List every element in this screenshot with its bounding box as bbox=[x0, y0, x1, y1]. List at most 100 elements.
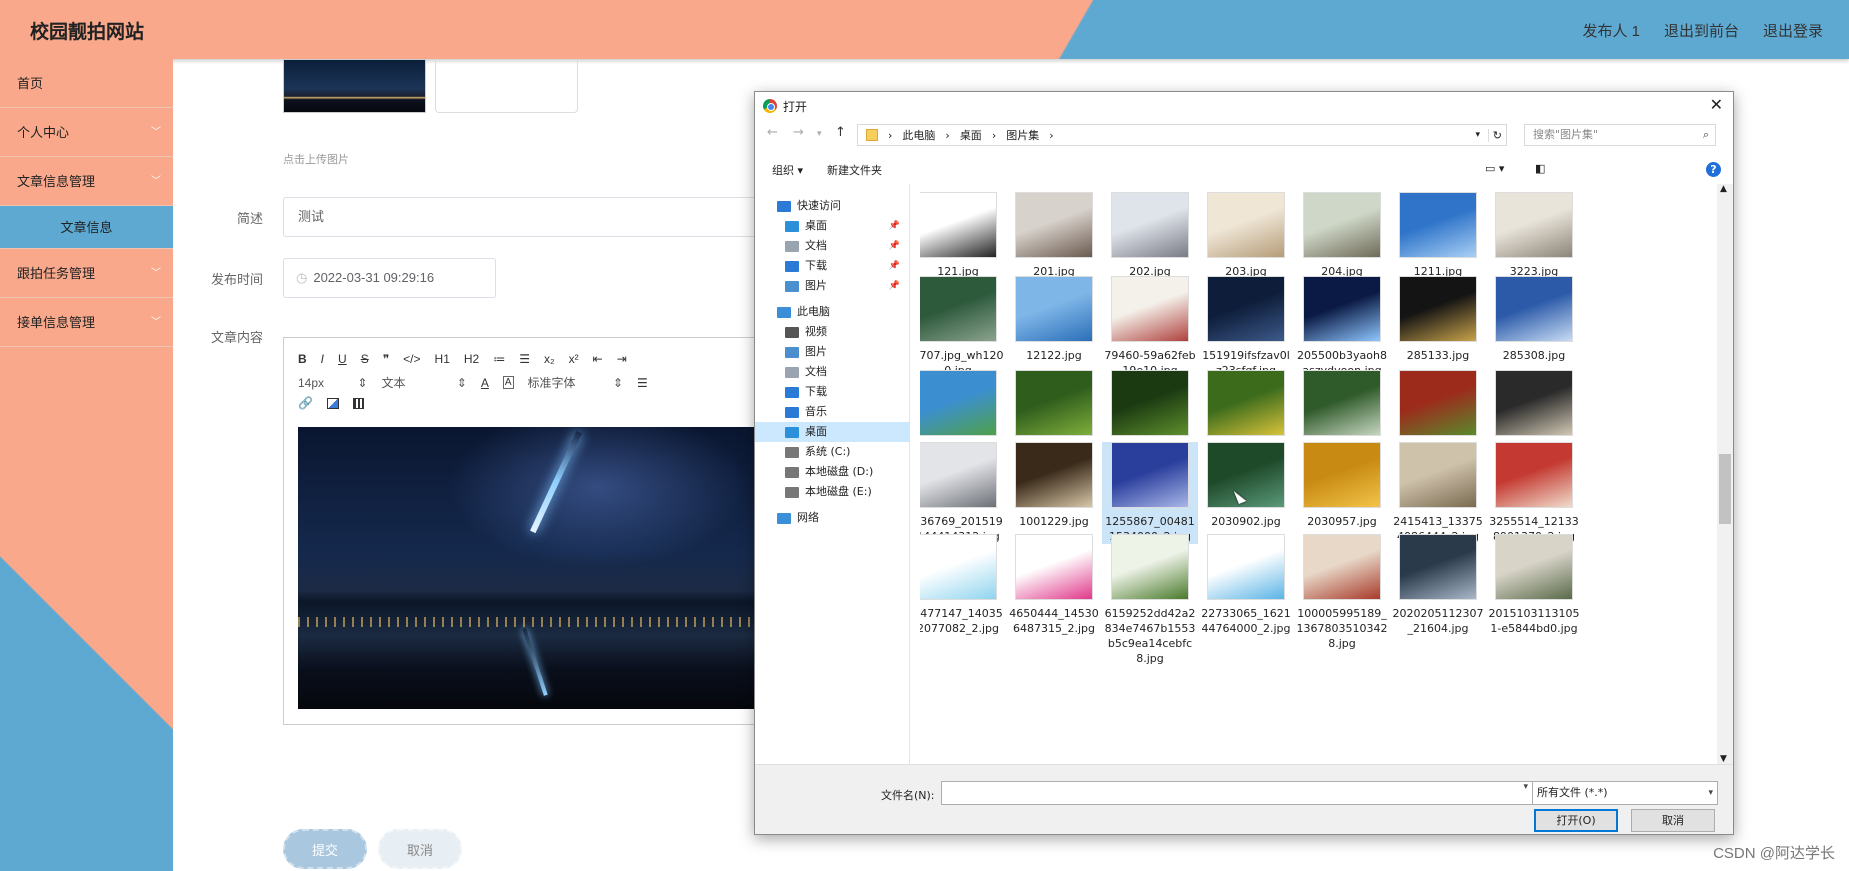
file-item[interactable]: 201.jpg bbox=[1006, 192, 1102, 279]
text-style-select[interactable]: 文本 ⇕ bbox=[381, 374, 466, 391]
underline-icon[interactable]: U bbox=[338, 352, 347, 366]
vertical-scrollbar[interactable]: ▲ ▼ bbox=[1717, 184, 1733, 764]
nav-item[interactable]: 桌面 📌 bbox=[755, 216, 910, 236]
sidebar-item-order-management[interactable]: 接单信息管理 ﹀ bbox=[0, 298, 173, 347]
nav-item[interactable]: 音乐 bbox=[755, 402, 910, 422]
file-item[interactable]: 1255867_004811534000_2.jpg bbox=[1102, 442, 1198, 544]
file-item[interactable]: 2030902.jpg bbox=[1198, 442, 1294, 529]
link-icon[interactable]: 🔗 bbox=[298, 396, 313, 410]
uploaded-image-thumbnail[interactable] bbox=[283, 59, 426, 113]
open-button[interactable]: 打开(O) bbox=[1534, 809, 1618, 832]
nav-item[interactable]: 文档 bbox=[755, 362, 910, 382]
sidebar-item-home[interactable]: 首页 bbox=[0, 59, 173, 108]
sidebar-item-personal-center[interactable]: 个人中心 ﹀ bbox=[0, 108, 173, 157]
outdent-icon[interactable]: ⇤ bbox=[593, 352, 603, 366]
italic-icon[interactable]: I bbox=[321, 352, 324, 366]
file-item[interactable]: 12122.jpg bbox=[1006, 276, 1102, 363]
indent-icon[interactable]: ⇥ bbox=[617, 352, 627, 366]
file-item[interactable]: 20151031131051-e5844bd0.jpg bbox=[1486, 534, 1582, 636]
subscript-icon[interactable]: x₂ bbox=[544, 352, 555, 366]
address-bar[interactable]: › 此电脑 › 桌面 › 图片集 › ▾ ↻ bbox=[857, 124, 1507, 146]
nav-item[interactable]: 图片 📌 bbox=[755, 276, 910, 296]
back-arrow-icon[interactable]: ← bbox=[767, 125, 778, 140]
nav-item[interactable]: 文档 📌 bbox=[755, 236, 910, 256]
logout-link[interactable]: 退出登录 bbox=[1763, 20, 1823, 41]
align-left-icon[interactable]: ☰ bbox=[637, 376, 648, 390]
heading1-icon[interactable]: H1 bbox=[435, 352, 450, 366]
code-icon[interactable]: </> bbox=[403, 352, 420, 366]
font-family-select[interactable]: 标准字体 ⇕ bbox=[528, 374, 623, 391]
file-item[interactable]: 121.jpg bbox=[920, 192, 1006, 279]
recent-dropdown-icon[interactable]: ▾ bbox=[817, 129, 822, 139]
file-item[interactable]: 79460-59a62feb19e10.jpg bbox=[1102, 276, 1198, 378]
up-arrow-icon[interactable]: ↑ bbox=[835, 125, 846, 140]
preview-pane-icon[interactable]: ◧ bbox=[1535, 162, 1545, 175]
file-item[interactable]: 3255514_121338901370_2.jpg bbox=[1486, 442, 1582, 544]
new-folder-button[interactable]: 新建文件夹 bbox=[827, 162, 882, 178]
font-color-icon[interactable]: A bbox=[481, 376, 489, 390]
file-item[interactable]: 3223.jpg bbox=[1486, 192, 1582, 279]
forward-arrow-icon[interactable]: → bbox=[793, 125, 804, 140]
breadcrumb-item[interactable]: 图片集 bbox=[1006, 127, 1039, 143]
nav-item[interactable]: 快速访问 bbox=[755, 196, 910, 216]
file-item[interactable]: 436769_201519144414312.jpg bbox=[920, 442, 1006, 544]
nav-item[interactable]: 桌面 bbox=[755, 422, 910, 442]
strikethrough-icon[interactable]: S bbox=[361, 352, 369, 366]
file-item[interactable]: 2030957.jpg bbox=[1294, 442, 1390, 529]
view-options-icon[interactable]: ▭ ▾ bbox=[1485, 162, 1504, 175]
nav-item[interactable]: 网络 bbox=[755, 508, 910, 528]
scroll-up-icon[interactable]: ▲ bbox=[1720, 184, 1727, 194]
publish-time-picker[interactable]: ◷ 2022-03-31 09:29:16 bbox=[283, 258, 496, 298]
submit-button[interactable]: 提交 bbox=[283, 829, 367, 869]
filetype-select[interactable]: 所有文件 (*.*) ▾ bbox=[1532, 781, 1718, 805]
nav-item[interactable]: 图片 bbox=[755, 342, 910, 362]
dropdown-icon[interactable]: ▾ bbox=[1523, 782, 1528, 792]
image-icon[interactable] bbox=[326, 397, 339, 409]
organize-button[interactable]: 组织 ▾ bbox=[772, 162, 803, 178]
file-item[interactable]: 4650444_145306487315_2.jpg bbox=[1006, 534, 1102, 636]
superscript-icon[interactable]: x² bbox=[569, 352, 579, 366]
file-item[interactable]: 205500b3yaoh8aszydyoon.jpg bbox=[1294, 276, 1390, 378]
video-icon[interactable] bbox=[352, 397, 364, 409]
help-icon[interactable]: ? bbox=[1706, 162, 1721, 177]
file-item[interactable]: 204.jpg bbox=[1294, 192, 1390, 279]
file-item[interactable]: 202.jpg bbox=[1102, 192, 1198, 279]
bullet-list-icon[interactable]: ☰ bbox=[519, 352, 530, 366]
user-name[interactable]: 发布人 1 bbox=[1582, 20, 1640, 41]
scroll-down-icon[interactable]: ▼ bbox=[1720, 754, 1727, 764]
sidebar-item-shoot-task-management[interactable]: 跟拍任务管理 ﹀ bbox=[0, 249, 173, 298]
dialog-cancel-button[interactable]: 取消 bbox=[1631, 809, 1715, 832]
file-item[interactable]: 7707.jpg_wh1200.jpg bbox=[920, 276, 1006, 378]
heading2-icon[interactable]: H2 bbox=[464, 352, 479, 366]
breadcrumb-item[interactable]: 桌面 bbox=[960, 127, 982, 143]
nav-item[interactable]: 系统 (C:) bbox=[755, 442, 910, 462]
nav-item[interactable]: 此电脑 bbox=[755, 302, 910, 322]
sidebar-subitem-article-info[interactable]: 文章信息 bbox=[0, 206, 173, 249]
filename-input[interactable]: ▾ bbox=[941, 781, 1533, 805]
file-item[interactable]: 22733065_162144764000_2.jpg bbox=[1198, 534, 1294, 636]
bold-icon[interactable]: B bbox=[298, 352, 307, 366]
file-item[interactable]: 2020205112307_21604.jpg bbox=[1390, 534, 1486, 636]
file-item[interactable]: 1001229.jpg bbox=[1006, 442, 1102, 529]
close-icon[interactable]: ✕ bbox=[1710, 95, 1723, 114]
font-size-select[interactable]: 14px ⇕ bbox=[298, 376, 367, 390]
quote-icon[interactable]: ❞ bbox=[383, 352, 389, 366]
search-input[interactable]: 搜索"图片集" ⌕ bbox=[1524, 124, 1716, 146]
file-item[interactable]: 4477147_140352077082_2.jpg bbox=[920, 534, 1006, 636]
breadcrumb-item[interactable]: 此电脑 bbox=[902, 127, 935, 143]
ordered-list-icon[interactable]: ≔ bbox=[493, 352, 505, 366]
scrollbar-thumb[interactable] bbox=[1719, 454, 1731, 524]
nav-item[interactable]: 视频 bbox=[755, 322, 910, 342]
file-item[interactable]: 1211.jpg bbox=[1390, 192, 1486, 279]
nav-item[interactable]: 本地磁盘 (D:) bbox=[755, 462, 910, 482]
file-item[interactable]: 285308.jpg bbox=[1486, 276, 1582, 363]
file-item[interactable]: 100005995189_13678035103428.jpg bbox=[1294, 534, 1390, 651]
file-item[interactable]: 6159252dd42a2834e7467b1553b5c9ea14cebfc8… bbox=[1102, 534, 1198, 666]
file-item[interactable]: 151919ifsfzav0lz23sfqf.jpg bbox=[1198, 276, 1294, 378]
refresh-icon[interactable]: ↻ bbox=[1487, 128, 1502, 142]
file-item[interactable]: 285133.jpg bbox=[1390, 276, 1486, 363]
cancel-button[interactable]: 取消 bbox=[378, 829, 462, 869]
nav-item[interactable]: 下载 bbox=[755, 382, 910, 402]
address-dropdown-icon[interactable]: ▾ bbox=[1475, 130, 1480, 140]
back-to-front-link[interactable]: 退出到前台 bbox=[1664, 20, 1739, 41]
